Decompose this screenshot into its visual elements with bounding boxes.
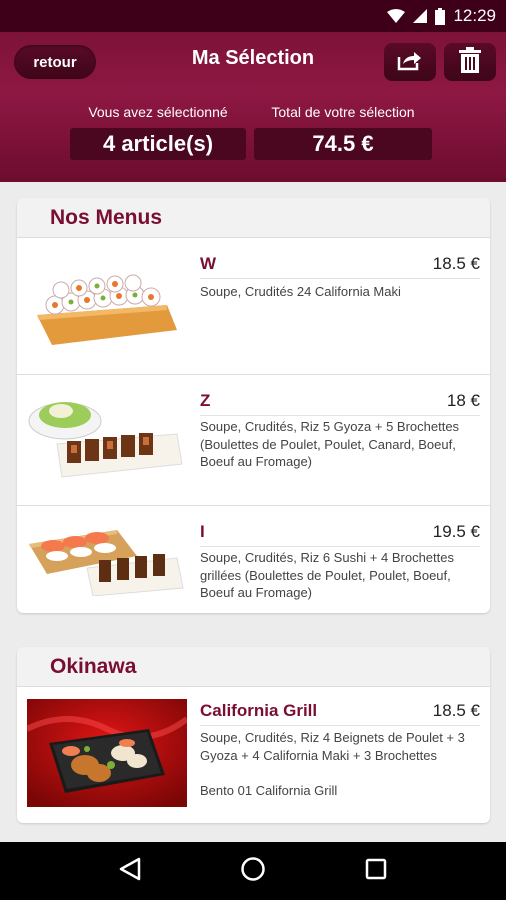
item-price: 18.5 € — [432, 254, 480, 273]
recents-icon[interactable] — [365, 858, 387, 885]
app-header: retour Ma Sélection Vous avez sélectionn… — [0, 32, 506, 182]
item-image — [27, 389, 187, 484]
item-name: California Grill — [200, 701, 318, 720]
total-value: 74.5 € — [254, 128, 432, 160]
item-name: W — [200, 254, 217, 273]
battery-icon — [435, 7, 446, 25]
item-description: Soupe, Crudités, Riz 5 Gyoza + 5 Brochet… — [200, 419, 460, 469]
item-image — [25, 699, 189, 807]
toolbar: retour Ma Sélection — [0, 32, 506, 90]
item-price: 18.5 € — [432, 701, 480, 720]
divider — [200, 278, 480, 279]
share-icon — [397, 49, 423, 76]
divider — [200, 415, 480, 416]
delete-button[interactable] — [444, 43, 496, 81]
item-description: Soupe, Crudités, Riz 4 Beignets de Poule… — [200, 730, 465, 763]
cell-signal-icon — [413, 9, 428, 23]
selection-list[interactable]: Nos Menus W 18.5 € Soupe, Crudités 24 Ca… — [0, 182, 506, 842]
list-item[interactable]: California Grill 18.5 € Soupe, Crudités,… — [17, 687, 490, 823]
count-block: Vous avez sélectionné 4 article(s) — [70, 102, 246, 160]
status-bar: 12:29 — [0, 0, 506, 32]
system-nav-bar — [0, 842, 506, 900]
trash-icon — [459, 46, 481, 78]
home-icon[interactable] — [240, 856, 266, 887]
wifi-icon — [387, 9, 406, 23]
back-icon[interactable] — [119, 857, 141, 886]
divider — [200, 725, 480, 726]
count-label: Vous avez sélectionné — [88, 104, 228, 120]
list-item[interactable]: I 19.5 € Soupe, Crudités, Riz 6 Sushi + … — [17, 506, 490, 612]
section-nos-menus: Nos Menus W 18.5 € Soupe, Crudités 24 Ca… — [17, 198, 490, 613]
item-name: Z — [200, 391, 211, 410]
section-title: Okinawa — [17, 647, 490, 687]
item-price: 19.5 € — [432, 522, 480, 541]
total-block: Total de votre sélection 74.5 € — [254, 102, 432, 160]
item-description: Soupe, Crudités 24 California Maki — [200, 284, 401, 299]
item-price: 18 € — [446, 391, 480, 410]
item-image — [27, 516, 187, 601]
item-subtitle: Bento 01 California Grill — [200, 783, 338, 798]
item-image — [27, 260, 187, 355]
count-value: 4 article(s) — [70, 128, 246, 160]
divider — [200, 546, 480, 547]
section-okinawa: Okinawa California Grill 18.5 € Soupe, C… — [17, 647, 490, 823]
list-item[interactable]: W 18.5 € Soupe, Crudités 24 California M… — [17, 238, 490, 375]
share-button[interactable] — [384, 43, 436, 81]
list-item[interactable]: Z 18 € Soupe, Crudités, Riz 5 Gyoza + 5 … — [17, 375, 490, 506]
section-title: Nos Menus — [17, 198, 490, 238]
item-name: I — [200, 522, 205, 541]
total-label: Total de votre sélection — [271, 104, 415, 120]
item-description: Soupe, Crudités, Riz 6 Sushi + 4 Brochet… — [200, 550, 454, 600]
clock: 12:29 — [453, 6, 496, 25]
